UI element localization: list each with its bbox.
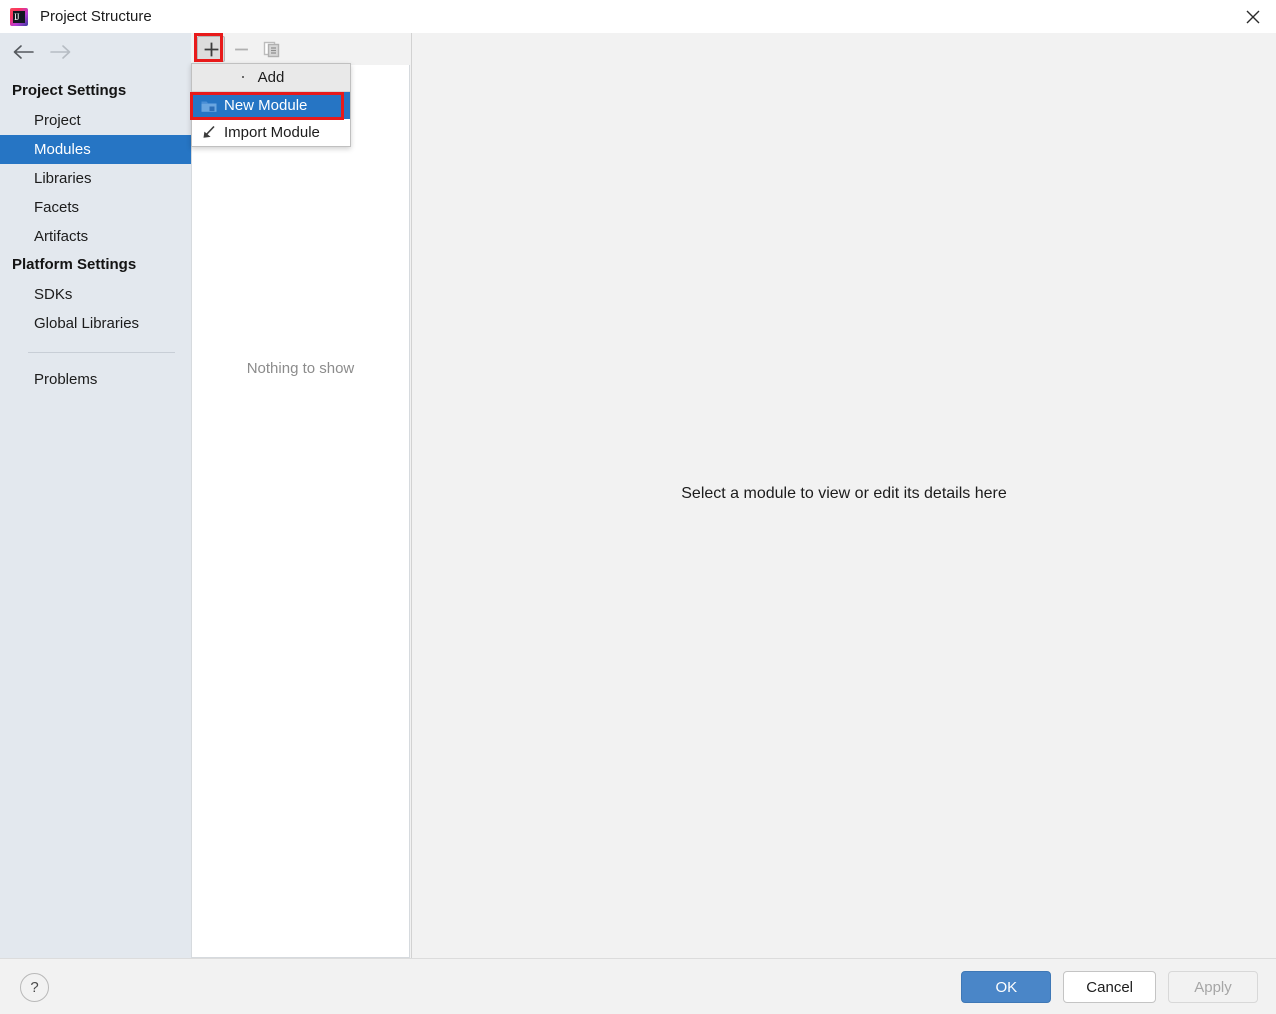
menu-item-new-module[interactable]: New Module <box>192 92 350 119</box>
module-details-panel: Select a module to view or edit its deta… <box>411 33 1276 958</box>
sidebar-item-project[interactable]: Project <box>0 106 191 135</box>
title-bar: IJ Project Structure <box>0 0 1276 33</box>
empty-state-label: Nothing to show <box>246 360 355 377</box>
menu-item-import-module[interactable]: Import Module <box>192 119 350 146</box>
sidebar-item-facets[interactable]: Facets <box>0 193 191 222</box>
sidebar-item-sdks[interactable]: SDKs <box>0 280 191 309</box>
intellij-idea-icon: IJ <box>10 7 28 26</box>
forward-arrow-icon <box>48 40 74 64</box>
add-module-button[interactable] <box>197 36 225 62</box>
copy-module-button <box>257 36 285 62</box>
modules-toolbar <box>191 33 410 65</box>
cancel-button[interactable]: Cancel <box>1063 971 1156 1003</box>
popup-title-dot-icon <box>242 76 244 78</box>
sidebar-divider <box>28 352 175 353</box>
modules-list-panel[interactable]: Nothing to show <box>191 65 410 958</box>
sidebar-item-libraries[interactable]: Libraries <box>0 164 191 193</box>
remove-module-button <box>227 36 255 62</box>
sidebar-item-modules[interactable]: Modules <box>0 135 191 164</box>
module-details-hint: Select a module to view or edit its deta… <box>681 485 1007 502</box>
sidebar-item-global-libraries[interactable]: Global Libraries <box>0 309 191 338</box>
settings-sidebar: Project Settings Project Modules Librari… <box>0 33 191 958</box>
new-module-folder-icon <box>200 97 218 115</box>
add-popup-menu: Add New Module Import Module <box>191 63 351 147</box>
apply-button: Apply <box>1168 971 1258 1003</box>
menu-item-new-module-label: New Module <box>224 97 308 114</box>
import-module-arrow-icon <box>200 124 218 142</box>
sidebar-item-problems[interactable]: Problems <box>0 365 191 394</box>
window-title: Project Structure <box>40 8 152 25</box>
close-icon[interactable] <box>1230 0 1276 33</box>
popup-menu-title: Add <box>192 64 350 92</box>
popup-menu-title-label: Add <box>257 69 285 86</box>
help-icon[interactable]: ? <box>20 973 49 1002</box>
back-arrow-icon[interactable] <box>10 40 36 64</box>
ok-button[interactable]: OK <box>961 971 1052 1003</box>
project-structure-dialog: IJ Project Structure Project Settings Pr… <box>0 0 1276 1014</box>
sidebar-item-artifacts[interactable]: Artifacts <box>0 222 191 251</box>
sidebar-navigation <box>0 33 191 71</box>
menu-item-import-module-label: Import Module <box>224 124 320 141</box>
dialog-buttons: OK Cancel Apply <box>961 971 1258 1003</box>
dialog-footer: ? OK Cancel Apply <box>0 958 1276 1014</box>
sidebar-group-platform-settings: Platform Settings <box>12 256 137 273</box>
sidebar-group-project-settings: Project Settings <box>12 82 127 99</box>
sidebar-list: Project Settings Project Modules Librari… <box>0 71 191 394</box>
